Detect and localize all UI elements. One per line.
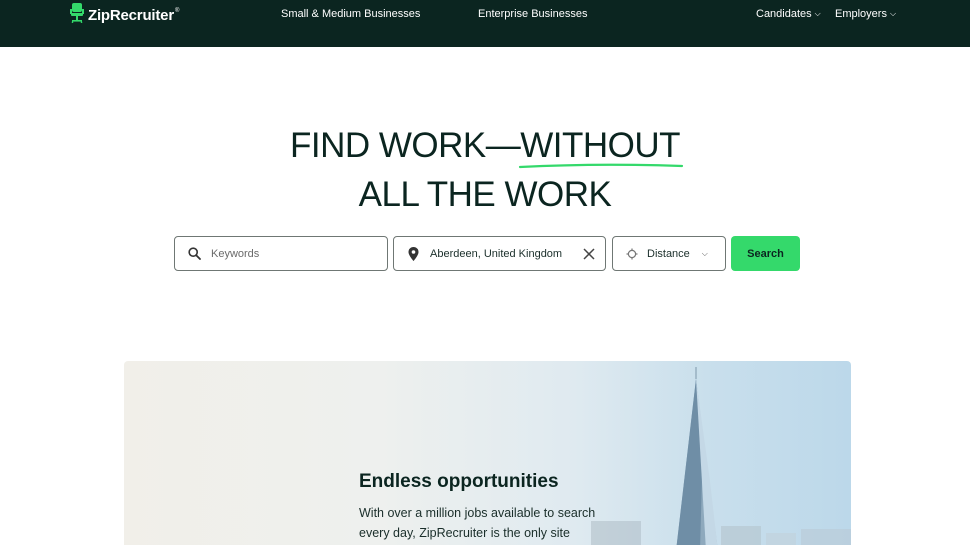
close-icon[interactable]	[581, 246, 597, 262]
crosshair-icon	[625, 247, 639, 261]
chevron-down-icon: ⌵	[701, 248, 708, 258]
hero-headline-emphasis: WITHOUT	[519, 126, 684, 169]
nav-candidates-label: Candidates	[756, 8, 812, 20]
nav-employers-dropdown[interactable]: Employers ⌵	[835, 8, 896, 20]
distance-select[interactable]: Distance ⌵	[612, 236, 726, 271]
nav-candidates-dropdown[interactable]: Candidates ⌵	[756, 8, 821, 20]
keywords-field[interactable]	[174, 236, 388, 271]
hero-headline-line-1: FIND WORK—WITHOUT	[0, 126, 970, 169]
location-input[interactable]	[430, 247, 581, 260]
promo-body-text: With over a million jobs available to se…	[359, 506, 596, 540]
hero-headline-emphasis-text: WITHOUT	[520, 126, 681, 165]
promo-banner: Endless opportunities With over a millio…	[124, 361, 851, 545]
keywords-input[interactable]	[211, 247, 387, 260]
search-button[interactable]: Search	[731, 236, 800, 271]
ziprecruiter-logo[interactable]: ZipRecruiter ®	[70, 2, 180, 28]
chevron-down-icon: ⌵	[889, 9, 897, 18]
hero-headline-prefix: FIND WORK—	[289, 126, 521, 165]
nav-small-medium-businesses[interactable]: Small & Medium Businesses	[281, 8, 420, 20]
hero-headline-line-2: ALL THE WORK	[358, 175, 612, 214]
nav-employers-label: Employers	[835, 8, 887, 20]
green-underline-swoosh	[519, 163, 684, 169]
map-pin-icon	[406, 246, 420, 261]
chevron-down-icon: ⌵	[814, 9, 821, 18]
promo-title: Endless opportunities	[359, 471, 559, 492]
logo-text: ZipRecruiter	[88, 6, 174, 24]
office-chair-icon	[70, 2, 84, 28]
search-icon	[187, 247, 201, 261]
registered-mark: ®	[174, 8, 180, 14]
top-navigation-bar: ZipRecruiter ® Small & Medium Businesses…	[0, 0, 970, 47]
distance-label: Distance	[647, 247, 690, 260]
location-field[interactable]	[393, 236, 606, 271]
nav-enterprise-businesses[interactable]: Enterprise Businesses	[478, 8, 587, 20]
